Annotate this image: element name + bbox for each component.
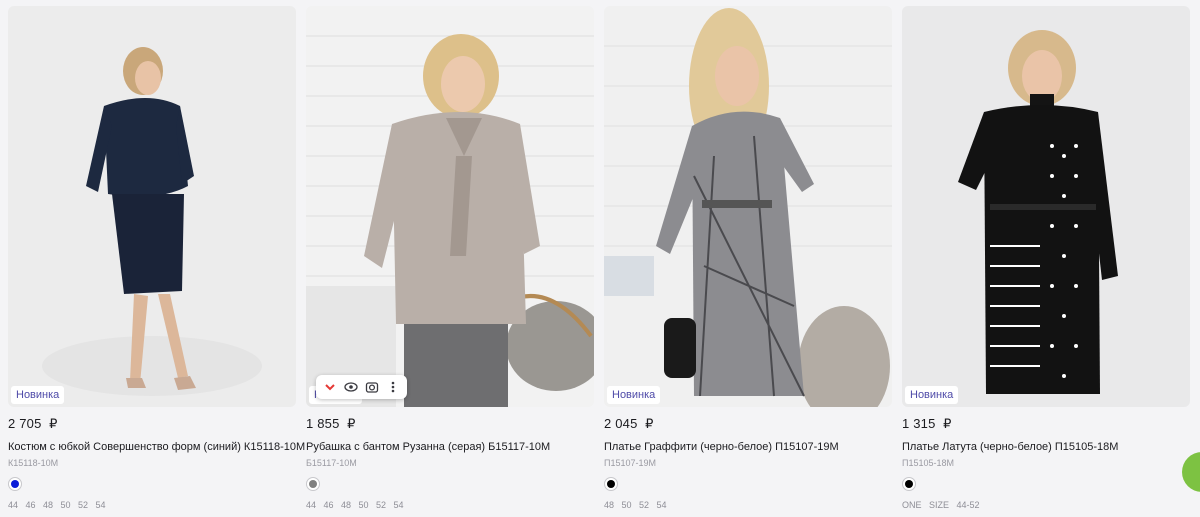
product-title[interactable]: Платье Граффити (черно-белое) П15107-19М	[604, 441, 892, 453]
product-sku: П15105-18М	[902, 458, 955, 468]
color-swatch[interactable]	[902, 477, 916, 491]
product-sku: К15118-10М	[8, 458, 59, 468]
color-swatch[interactable]	[306, 477, 320, 491]
new-badge: Новинка	[11, 386, 65, 404]
product-photo[interactable]	[604, 6, 892, 407]
product-card[interactable]: Новинка 1 315 ₽ Платье Латута (черно-бел…	[902, 6, 1190, 517]
product-title[interactable]: Костюм с юбкой Совершенство форм (синий)…	[8, 441, 305, 453]
color-swatch[interactable]	[604, 477, 618, 491]
color-swatch[interactable]	[8, 477, 22, 491]
color-swatch-dot	[11, 480, 19, 488]
product-sku: Б15117-10М	[306, 458, 357, 468]
product-title[interactable]: Платье Латута (черно-белое) П15105-18М	[902, 441, 1190, 453]
image-toolbar	[316, 375, 407, 399]
color-swatch-dot	[607, 480, 615, 488]
size-list: 44 46 48 50 52 54	[8, 500, 106, 510]
chevron-down-icon[interactable]	[322, 379, 338, 395]
more-vertical-icon[interactable]	[385, 379, 401, 395]
product-title[interactable]: Рубашка с бантом Рузанна (серая) Б15117-…	[306, 441, 594, 453]
eye-icon[interactable]	[343, 379, 359, 395]
product-photo[interactable]	[8, 6, 296, 407]
new-badge: Новинка	[607, 386, 661, 404]
product-price: 1 315 ₽	[902, 416, 952, 431]
product-card[interactable]: Новинка 2 705 ₽ Костюм с юбкой Совершенс…	[8, 6, 305, 517]
product-sku: П15107-19М	[604, 458, 657, 468]
color-swatch-dot	[309, 480, 317, 488]
product-card[interactable]: Новинка 2 045 ₽ Платье Граффити (черно-б…	[604, 6, 892, 517]
product-photo[interactable]	[306, 6, 594, 407]
lens-icon[interactable]	[364, 379, 380, 395]
size-list: 44 46 48 50 52 54	[306, 500, 404, 510]
product-price: 2 045 ₽	[604, 416, 654, 431]
product-price: 1 855 ₽	[306, 416, 356, 431]
product-price: 2 705 ₽	[8, 416, 58, 431]
product-grid: Новинка 2 705 ₽ Костюм с юбкой Совершенс…	[0, 0, 1200, 517]
new-badge: Новинка	[905, 386, 959, 404]
size-list: 48 50 52 54	[604, 500, 667, 510]
color-swatch-dot	[905, 480, 913, 488]
product-card[interactable]: Новинка 1 855 ₽ Рубашка с бантом Рузанна…	[306, 6, 594, 517]
product-photo[interactable]	[902, 6, 1190, 407]
size-list: ONE SIZE 44-52	[902, 500, 980, 510]
